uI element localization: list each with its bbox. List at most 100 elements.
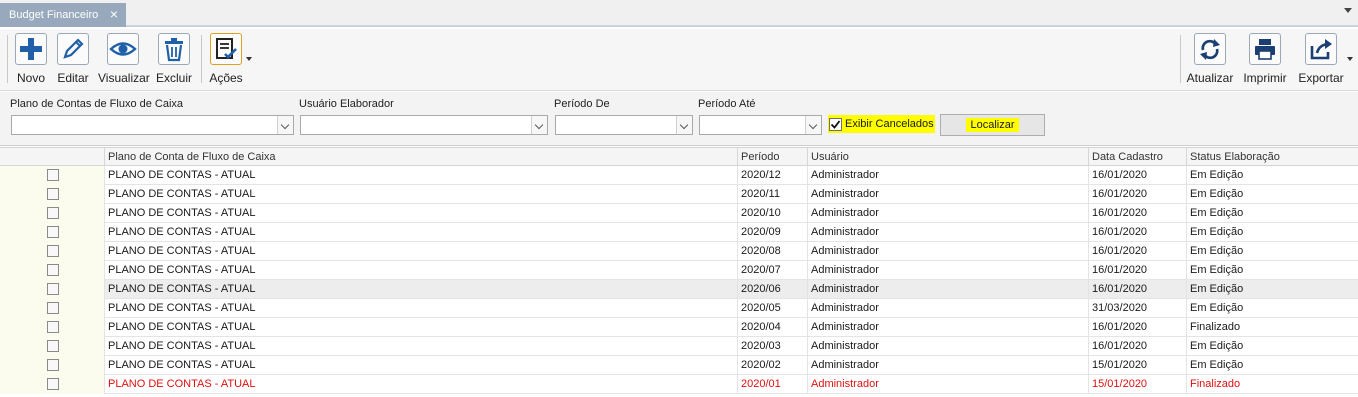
row-checkbox[interactable] xyxy=(47,169,59,181)
table-row[interactable]: PLANO DE CONTAS - ATUAL 2020/11 Administra… xyxy=(0,185,1358,204)
refresh-icon xyxy=(1194,33,1226,65)
table-row[interactable]: PLANO DE CONTAS - ATUAL 2020/03 Administra… xyxy=(0,337,1358,356)
column-header-plano[interactable]: Plano de Conta de Fluxo de Caixa xyxy=(104,148,737,166)
row-checkbox[interactable] xyxy=(47,264,59,276)
cell-periodo: 2020/12 xyxy=(737,166,807,185)
table-row[interactable]: PLANO DE CONTAS - ATUAL 2020/06 Administra… xyxy=(0,280,1358,299)
toolbar-separator xyxy=(7,35,8,83)
localizar-button[interactable]: Localizar xyxy=(940,114,1045,136)
cell-data-cadastro: 15/01/2020 xyxy=(1088,356,1186,375)
row-selector xyxy=(0,375,104,394)
cell-status: Em Edição xyxy=(1186,299,1358,318)
row-checkbox[interactable] xyxy=(47,321,59,333)
cell-usuario: Administrador xyxy=(807,375,1088,394)
table-row[interactable]: PLANO DE CONTAS - ATUAL 2020/12 Administra… xyxy=(0,166,1358,185)
chevron-down-icon[interactable] xyxy=(805,116,821,134)
cell-status: Em Edição xyxy=(1186,204,1358,223)
column-header-usuario[interactable]: Usuário xyxy=(807,148,1088,166)
cell-plano: PLANO DE CONTAS - ATUAL xyxy=(104,299,737,318)
editar-button[interactable]: Editar xyxy=(54,33,92,89)
cell-plano: PLANO DE CONTAS - ATUAL xyxy=(104,337,737,356)
cell-periodo: 2020/08 xyxy=(737,242,807,261)
periodo-ate-label: Período Até xyxy=(698,98,756,110)
cell-data-cadastro: 16/01/2020 xyxy=(1088,318,1186,337)
row-checkbox[interactable] xyxy=(47,226,59,238)
row-checkbox[interactable] xyxy=(47,340,59,352)
table-row[interactable]: PLANO DE CONTAS - ATUAL 2020/09 Administra… xyxy=(0,223,1358,242)
cell-plano: PLANO DE CONTAS - ATUAL xyxy=(104,185,737,204)
cell-usuario: Administrador xyxy=(807,318,1088,337)
usuario-combo[interactable] xyxy=(300,115,548,135)
acoes-label: Ações xyxy=(209,71,243,85)
atualizar-label: Atualizar xyxy=(1186,71,1234,85)
row-checkbox[interactable] xyxy=(47,359,59,371)
cell-periodo: 2020/04 xyxy=(737,318,807,337)
eye-icon xyxy=(107,33,139,65)
acoes-button[interactable]: Ações xyxy=(207,33,252,89)
table-row[interactable]: PLANO DE CONTAS - ATUAL 2020/07 Administra… xyxy=(0,261,1358,280)
cell-plano: PLANO DE CONTAS - ATUAL xyxy=(104,166,737,185)
novo-button[interactable]: Novo xyxy=(12,33,50,89)
table-row[interactable]: PLANO DE CONTAS - ATUAL 2020/05 Administra… xyxy=(0,299,1358,318)
chevron-down-icon[interactable] xyxy=(531,116,547,134)
visualizar-button[interactable]: Visualizar xyxy=(98,33,150,89)
exibir-cancelados-label: Exibir Cancelados xyxy=(845,118,934,130)
row-checkbox[interactable] xyxy=(47,188,59,200)
tab-budget-financeiro[interactable]: Budget Financeiro × xyxy=(0,3,126,27)
cell-periodo: 2020/02 xyxy=(737,356,807,375)
cell-periodo: 2020/06 xyxy=(737,280,807,299)
atualizar-button[interactable]: Atualizar xyxy=(1186,33,1234,89)
chevron-down-icon[interactable] xyxy=(277,116,293,134)
periodo-de-label: Período De xyxy=(554,98,610,110)
tab-title: Budget Financeiro xyxy=(9,9,99,21)
row-selector xyxy=(0,204,104,223)
periodo-ate-combo[interactable] xyxy=(699,115,822,135)
cell-data-cadastro: 16/01/2020 xyxy=(1088,242,1186,261)
row-selector xyxy=(0,337,104,356)
cell-status: Em Edição xyxy=(1186,280,1358,299)
cell-data-cadastro: 16/01/2020 xyxy=(1088,204,1186,223)
trash-icon xyxy=(158,33,190,65)
table-row[interactable]: PLANO DE CONTAS - ATUAL 2020/04 Administra… xyxy=(0,318,1358,337)
cell-periodo: 2020/01 xyxy=(737,375,807,394)
row-checkbox[interactable] xyxy=(47,378,59,390)
row-checkbox[interactable] xyxy=(47,245,59,257)
cell-periodo: 2020/10 xyxy=(737,204,807,223)
row-checkbox[interactable] xyxy=(47,207,59,219)
cell-data-cadastro: 15/01/2020 xyxy=(1088,375,1186,394)
chevron-down-icon[interactable] xyxy=(1344,8,1352,13)
periodo-de-combo[interactable] xyxy=(555,115,693,135)
cell-periodo: 2020/09 xyxy=(737,223,807,242)
table-row[interactable]: PLANO DE CONTAS - ATUAL 2020/10 Administra… xyxy=(0,204,1358,223)
row-selector xyxy=(0,299,104,318)
chevron-down-icon[interactable] xyxy=(246,57,252,61)
cell-plano: PLANO DE CONTAS - ATUAL xyxy=(104,375,737,394)
imprimir-button[interactable]: Imprimir xyxy=(1241,33,1289,89)
cell-data-cadastro: 16/01/2020 xyxy=(1088,337,1186,356)
row-checkbox[interactable] xyxy=(47,302,59,314)
close-icon[interactable]: × xyxy=(110,7,118,21)
plano-combo[interactable] xyxy=(11,115,294,135)
visualizar-label: Visualizar xyxy=(98,71,150,85)
column-header-data-cadastro[interactable]: Data Cadastro xyxy=(1088,148,1186,166)
column-header-periodo[interactable]: Período xyxy=(737,148,807,166)
excluir-button[interactable]: Excluir xyxy=(154,33,194,89)
cell-data-cadastro: 31/03/2020 xyxy=(1088,299,1186,318)
table-row[interactable]: PLANO DE CONTAS - ATUAL 2020/02 Administra… xyxy=(0,356,1358,375)
chevron-down-icon[interactable] xyxy=(676,116,692,134)
printer-icon xyxy=(1249,33,1281,65)
cell-plano: PLANO DE CONTAS - ATUAL xyxy=(104,223,737,242)
table-row[interactable]: PLANO DE CONTAS - ATUAL 2020/08 Administra… xyxy=(0,242,1358,261)
cell-periodo: 2020/05 xyxy=(737,299,807,318)
check-icon[interactable] xyxy=(829,117,842,131)
column-header-status[interactable]: Status Elaboração xyxy=(1186,148,1358,166)
plano-label: Plano de Contas de Fluxo de Caixa xyxy=(10,98,184,110)
cell-plano: PLANO DE CONTAS - ATUAL xyxy=(104,261,737,280)
exibir-cancelados-checkbox[interactable]: Exibir Cancelados xyxy=(828,115,935,133)
checklist-icon xyxy=(210,33,242,65)
table-row[interactable]: PLANO DE CONTAS - ATUAL 2020/01 Administra… xyxy=(0,375,1358,394)
row-checkbox[interactable] xyxy=(47,283,59,295)
cell-status: Finalizado xyxy=(1186,375,1358,394)
exportar-button[interactable]: Exportar xyxy=(1297,33,1353,89)
chevron-down-icon[interactable] xyxy=(1347,57,1353,61)
